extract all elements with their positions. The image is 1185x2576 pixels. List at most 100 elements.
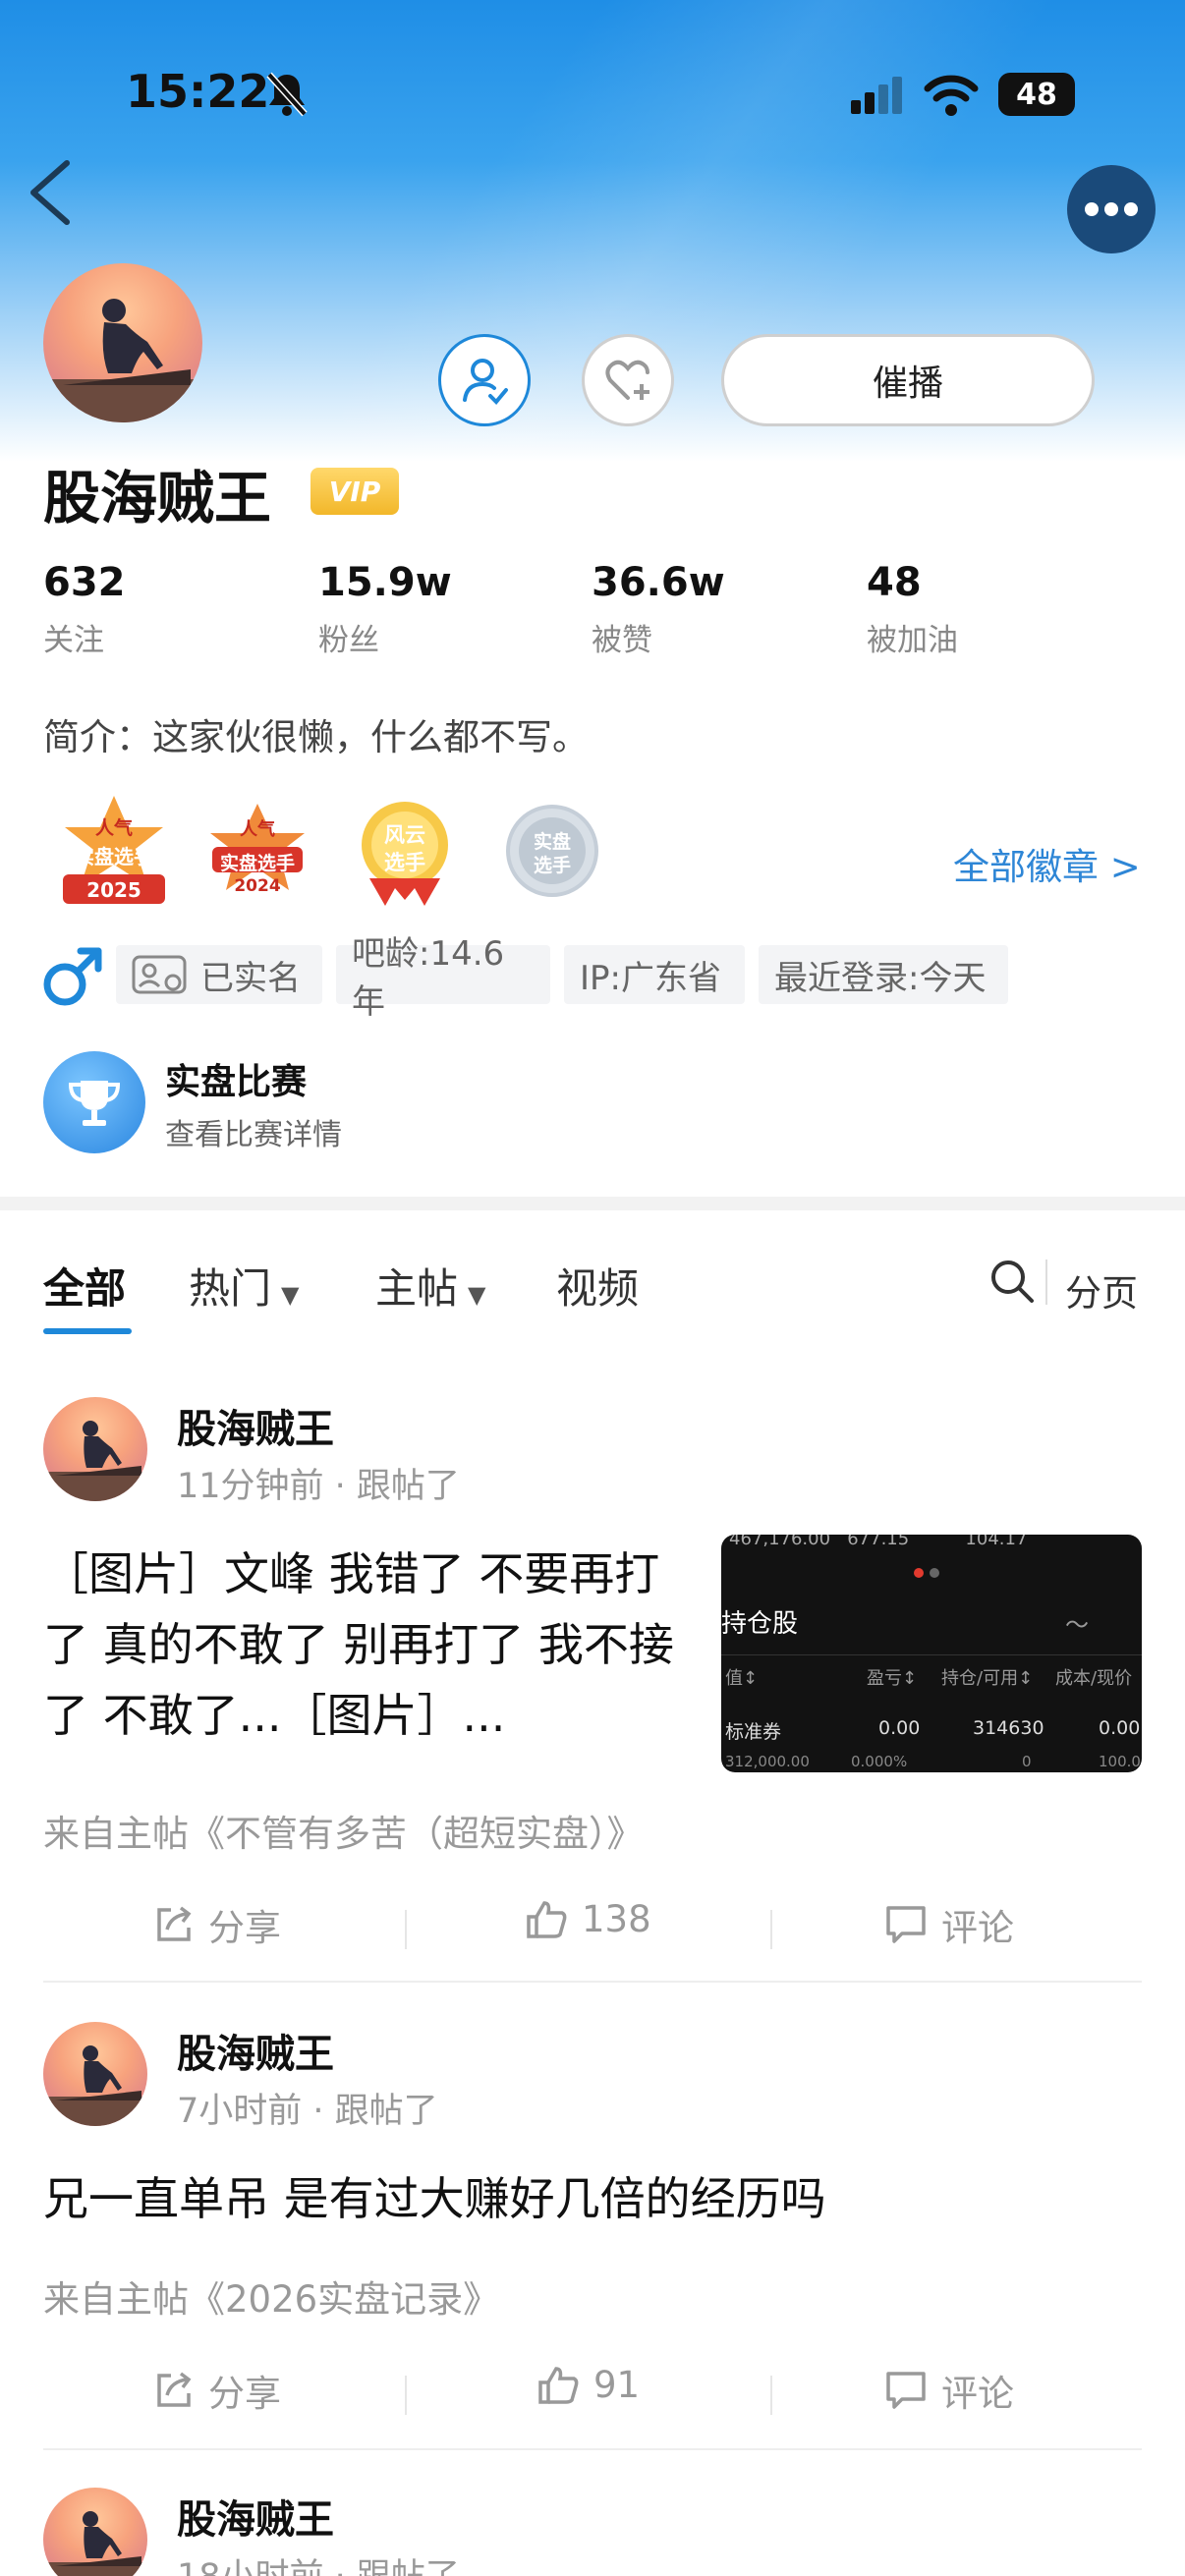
post-item[interactable]: 股海贼王 7小时前 · 跟帖了 兄一直单吊 是有过大赚好几倍的经历吗 来自主帖《… <box>0 2000 1185 2452</box>
post-author[interactable]: 股海贼王 <box>177 2022 334 2079</box>
post-item[interactable]: 股海贼王 18小时前 · 跟帖了 <box>0 2466 1185 2576</box>
urge-button[interactable]: 催播 <box>721 334 1095 426</box>
like-button[interactable]: 138 <box>525 1898 651 1940</box>
all-badges-link[interactable]: 全部徽章 > <box>953 837 1141 890</box>
caret-down-icon: ▼ <box>468 1281 486 1309</box>
wifi-icon <box>924 73 979 120</box>
badge-popular-2024[interactable]: 人气 实盘选手 2024 <box>202 800 312 910</box>
badge-line1: 人气 <box>240 819 275 840</box>
share-label: 分享 <box>208 2373 281 2415</box>
thumb-cell: 0.00 <box>878 1717 921 1739</box>
share-icon <box>157 1906 192 1941</box>
comment-label: 评论 <box>941 1907 1014 1949</box>
post-avatar[interactable] <box>43 2488 147 2576</box>
like-count: 91 <box>593 2364 641 2406</box>
badge-popular-2025[interactable]: 人气 实盘选手 2025 <box>55 792 173 910</box>
thumbs-up-icon <box>527 1900 567 1938</box>
thumb-page-dot <box>914 1568 924 1578</box>
action-divider <box>405 1910 407 1949</box>
stat-label: 被赞 <box>592 623 652 658</box>
stat-likes[interactable]: 36.6w 被赞 <box>592 560 725 659</box>
post-avatar[interactable] <box>43 2022 147 2126</box>
stat-cheers[interactable]: 48 被加油 <box>867 560 958 659</box>
status-time: 15:22 <box>126 65 270 118</box>
thumb-cell: 0 <box>1022 1753 1032 1770</box>
profile-bio: 简介：这家伙很懒，什么都不写。 <box>43 716 589 758</box>
comment-icon <box>886 1906 926 1943</box>
badge-real-trader-locked[interactable]: 实盘 选手 <box>505 804 599 898</box>
verified-chip: 已实名 <box>116 945 322 1004</box>
post-item[interactable]: 股海贼王 11分钟前 · 跟帖了 ［图片］文峰 我错了 不要再打了 真的不敢了 … <box>0 1375 1185 1985</box>
share-button[interactable]: 分享 <box>153 1898 281 1951</box>
badge-year: 2025 <box>86 878 141 902</box>
badge-line1: 风云 <box>384 823 425 847</box>
avatar-silhouette-icon <box>43 299 202 422</box>
badge-line1: 人气 <box>94 817 133 839</box>
comment-icon <box>886 2372 926 2409</box>
stat-value: 632 <box>43 560 126 605</box>
caret-down-icon: ▼ <box>281 1281 300 1309</box>
section-divider <box>0 1197 1185 1210</box>
thumb-header: 成本/现价 <box>1055 1668 1133 1689</box>
badge-star-player[interactable]: 风云 选手 <box>350 798 460 908</box>
like-count: 138 <box>582 1898 651 1940</box>
stat-label: 关注 <box>43 623 104 658</box>
badge-line2: 选手 <box>533 855 571 876</box>
stat-value: 48 <box>867 560 922 605</box>
stat-label: 被加油 <box>867 623 958 658</box>
tab-divider <box>1045 1260 1047 1305</box>
thumb-header: 盈亏↕ <box>867 1668 918 1689</box>
signal-icon <box>849 77 908 120</box>
search-button[interactable] <box>988 1258 1036 1309</box>
tab-hot[interactable]: 热门 ▼ <box>189 1256 299 1316</box>
thumb-cell: 标准券 <box>725 1721 782 1743</box>
like-button[interactable]: 91 <box>536 2364 640 2406</box>
follow-button[interactable] <box>438 334 531 426</box>
avatar-silhouette-icon <box>43 2045 147 2126</box>
ip-location-chip: IP:广东省 <box>564 945 745 1004</box>
stat-value: 15.9w <box>318 560 452 605</box>
badge-line2: 选手 <box>384 851 425 874</box>
trophy-icon <box>43 1051 145 1153</box>
avatar-silhouette-icon <box>43 2511 147 2576</box>
post-body: 兄一直单吊 是有过大赚好几倍的经历吗 <box>43 2172 826 2225</box>
tab-main-posts[interactable]: 主帖 ▼ <box>375 1256 485 1316</box>
post-source[interactable]: 来自主帖《不管有多苦（超短实盘）》 <box>43 1804 644 1857</box>
badge-line2: 实盘选手 <box>75 845 153 868</box>
badge-line1: 实盘 <box>533 831 571 853</box>
stat-following[interactable]: 632 关注 <box>43 560 126 659</box>
more-button[interactable] <box>1067 165 1156 253</box>
battery-indicator: 48 <box>998 73 1075 116</box>
silent-bell-icon <box>265 71 309 122</box>
vip-badge: VIP <box>310 468 399 515</box>
verified-label: 已实名 <box>200 958 301 998</box>
thumb-cell: 100.0 <box>1099 1753 1141 1770</box>
contest-entry[interactable]: 实盘比赛 查看比赛详情 <box>43 1047 554 1155</box>
tab-video[interactable]: 视频 <box>556 1256 639 1316</box>
badge-year: 2024 <box>234 876 281 896</box>
comment-button[interactable]: 评论 <box>884 1898 1014 1951</box>
back-button[interactable] <box>24 157 79 232</box>
post-divider <box>43 2448 1142 2450</box>
stat-fans[interactable]: 15.9w 粉丝 <box>318 560 452 659</box>
profile-name: 股海贼王 <box>43 465 272 532</box>
share-icon <box>157 2372 192 2407</box>
share-button[interactable]: 分享 <box>153 2364 281 2417</box>
paging-button[interactable]: 分页 <box>1065 1263 1138 1316</box>
tab-all[interactable]: 全部 <box>43 1256 126 1316</box>
post-avatar[interactable] <box>43 1397 147 1501</box>
post-thumbnail[interactable]: 467,176.00 677.15 104.17 持仓股 〜 值↕ 盈亏↕ 持仓… <box>721 1535 1142 1772</box>
id-card-icon <box>132 955 187 994</box>
post-source[interactable]: 来自主帖《2026实盘记录》 <box>43 2269 499 2323</box>
thumb-cell: 0.00 <box>1099 1717 1141 1739</box>
comment-button[interactable]: 评论 <box>884 2364 1014 2417</box>
comment-label: 评论 <box>941 2373 1014 2415</box>
contest-title: 实盘比赛 <box>165 1062 308 1102</box>
cheer-button[interactable] <box>582 334 674 426</box>
thumbs-up-icon <box>538 2366 579 2404</box>
profile-avatar[interactable] <box>43 263 202 422</box>
thumb-top-row: 467,176.00 677.15 104.17 <box>729 1535 1028 1549</box>
post-author[interactable]: 股海贼王 <box>177 2488 334 2545</box>
badge-line2: 实盘选手 <box>219 853 295 874</box>
post-author[interactable]: 股海贼王 <box>177 1397 334 1454</box>
